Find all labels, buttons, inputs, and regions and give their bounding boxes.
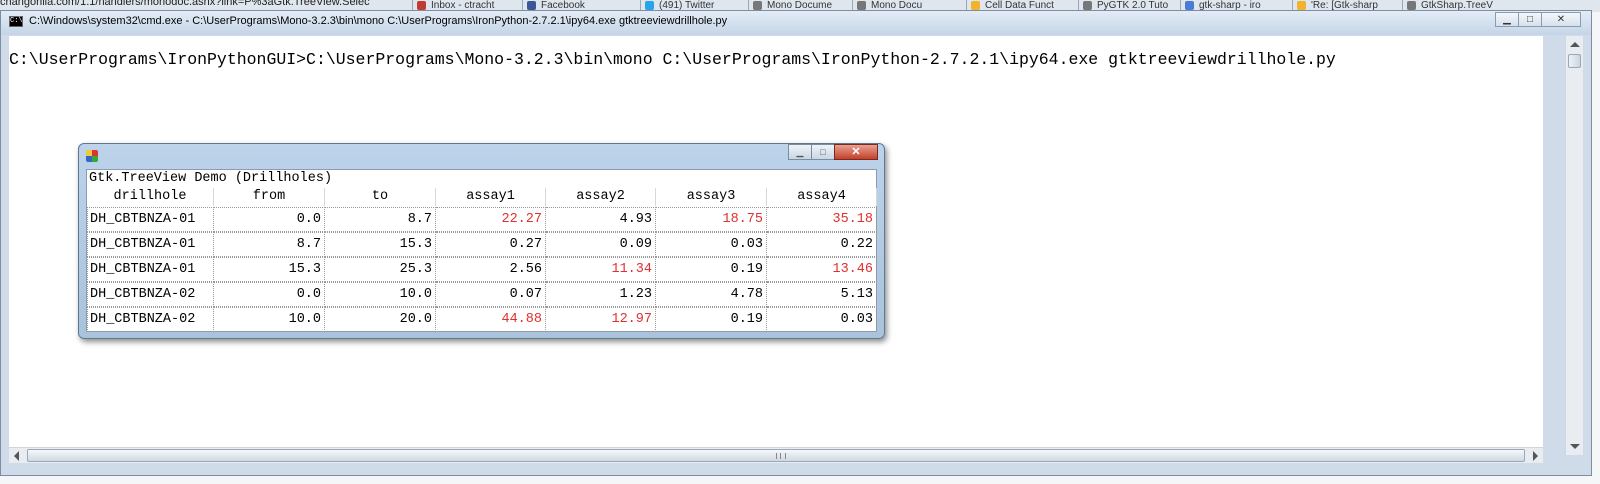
console-minimize-button[interactable]: ▁: [1495, 12, 1519, 27]
mail-icon: [417, 1, 426, 10]
table-row[interactable]: DH_CBTBNZA-01 8.7 15.3 0.27 0.09 0.03 0.22: [87, 232, 877, 257]
cell-drillhole: DH_CBTBNZA-01: [87, 207, 214, 232]
dialog-minimize-button[interactable]: ▁: [788, 144, 812, 160]
cell-to: 8.7: [325, 207, 436, 232]
column-header-assay1[interactable]: assay1: [436, 188, 546, 206]
cell-assay1: 22.27: [436, 207, 546, 232]
cell-assay2: 4.93: [546, 207, 656, 232]
scroll-right-arrow-icon[interactable]: [1533, 451, 1538, 461]
console-titlebar[interactable]: C:\ C:\Windows\system32\cmd.exe - C:\Use…: [1, 11, 1591, 35]
treeview-panel: Gtk.TreeView Demo (Drillholes) drillhole…: [86, 169, 877, 332]
google-icon: [1185, 1, 1194, 10]
cell-to: 10.0: [325, 282, 436, 307]
cell-assay3: 0.19: [656, 307, 767, 332]
cell-drillhole: DH_CBTBNZA-01: [87, 257, 214, 282]
console-icon: C:\: [9, 16, 23, 27]
gtk-app-icon: [86, 150, 98, 162]
column-header-from[interactable]: from: [214, 188, 325, 206]
cell-assay4: 0.03: [767, 307, 877, 332]
page-icon: [753, 1, 762, 10]
cell-assay3: 4.78: [656, 282, 767, 307]
cell-assay4: 0.22: [767, 232, 877, 257]
cell-assay4: 35.18: [767, 207, 877, 232]
console-horizontal-scrollbar[interactable]: [9, 447, 1543, 463]
horizontal-scroll-thumb[interactable]: [27, 449, 1525, 462]
cell-drillhole: DH_CBTBNZA-02: [87, 307, 214, 332]
cell-assay1: 44.88: [436, 307, 546, 332]
treeview-header: drillhole from to assay1 assay2 assay3 assay4: [87, 188, 877, 206]
dialog-maximize-button[interactable]: □: [811, 144, 835, 160]
cell-from: 15.3: [214, 257, 325, 282]
cell-drillhole: DH_CBTBNZA-02: [87, 282, 214, 307]
cell-assay1: 0.27: [436, 232, 546, 257]
cell-assay3: 18.75: [656, 207, 767, 232]
dialog-close-button[interactable]: ✕: [834, 144, 878, 160]
column-header-assay4[interactable]: assay4: [767, 188, 877, 206]
cell-from: 8.7: [214, 232, 325, 257]
cell-from: 0.0: [214, 207, 325, 232]
cell-assay3: 0.03: [656, 232, 767, 257]
facebook-icon: [527, 1, 536, 10]
twitter-icon: [645, 1, 654, 10]
cell-assay4: 13.46: [767, 257, 877, 282]
table-row[interactable]: DH_CBTBNZA-02 10.0 20.0 44.88 12.97 0.19 0.03: [87, 307, 877, 332]
ie-icon: [1297, 1, 1306, 10]
cell-assay1: 2.56: [436, 257, 546, 282]
cell-from: 0.0: [214, 282, 325, 307]
cell-assay2: 11.34: [546, 257, 656, 282]
scroll-up-arrow-icon[interactable]: [1570, 42, 1580, 47]
console-maximize-button[interactable]: □: [1518, 12, 1542, 27]
scroll-left-arrow-icon[interactable]: [14, 451, 19, 461]
table-row[interactable]: DH_CBTBNZA-01 15.3 25.3 2.56 11.34 0.19 13.46: [87, 257, 877, 282]
page-icon: [1407, 1, 1416, 10]
column-header-to[interactable]: to: [325, 188, 436, 206]
page-icon: [1083, 1, 1092, 10]
cell-assay3: 0.19: [656, 257, 767, 282]
background-url-bar[interactable]: changorilla.com/1.1/handlers/monodoc.ash…: [0, 0, 370, 8]
console-title: C:\Windows\system32\cmd.exe - C:\UserPro…: [29, 15, 728, 27]
table-row[interactable]: DH_CBTBNZA-01 0.0 8.7 22.27 4.93 18.75 35.18: [87, 207, 877, 232]
column-header-assay3[interactable]: assay3: [656, 188, 767, 206]
cell-from: 10.0: [214, 307, 325, 332]
cell-drillhole: DH_CBTBNZA-01: [87, 232, 214, 257]
scroll-down-arrow-icon[interactable]: [1570, 444, 1580, 449]
cell-assay2: 12.97: [546, 307, 656, 332]
cell-assay1: 0.07: [436, 282, 546, 307]
ie-icon: [971, 1, 980, 10]
vertical-scroll-thumb[interactable]: [1568, 54, 1581, 68]
column-header-drillhole[interactable]: drillhole: [87, 188, 214, 206]
treeview-caption: Gtk.TreeView Demo (Drillholes): [89, 171, 333, 186]
cell-to: 25.3: [325, 257, 436, 282]
page-icon: [857, 1, 866, 10]
cell-assay4: 5.13: [767, 282, 877, 307]
gtk-dialog-window: ▁ □ ✕ Gtk.TreeView Demo (Drillholes) dri…: [78, 143, 885, 339]
column-header-assay2[interactable]: assay2: [546, 188, 656, 206]
console-vertical-scrollbar[interactable]: [1565, 36, 1583, 455]
console-command-line: C:\UserPrograms\IronPythonGUI>C:\UserPro…: [9, 50, 1336, 69]
console-close-button[interactable]: ✕: [1541, 12, 1581, 27]
cell-to: 20.0: [325, 307, 436, 332]
table-row[interactable]: DH_CBTBNZA-02 0.0 10.0 0.07 1.23 4.78 5.13: [87, 282, 877, 307]
scroll-grip-icon: [776, 453, 786, 459]
cell-assay2: 1.23: [546, 282, 656, 307]
cell-assay2: 0.09: [546, 232, 656, 257]
cell-to: 15.3: [325, 232, 436, 257]
